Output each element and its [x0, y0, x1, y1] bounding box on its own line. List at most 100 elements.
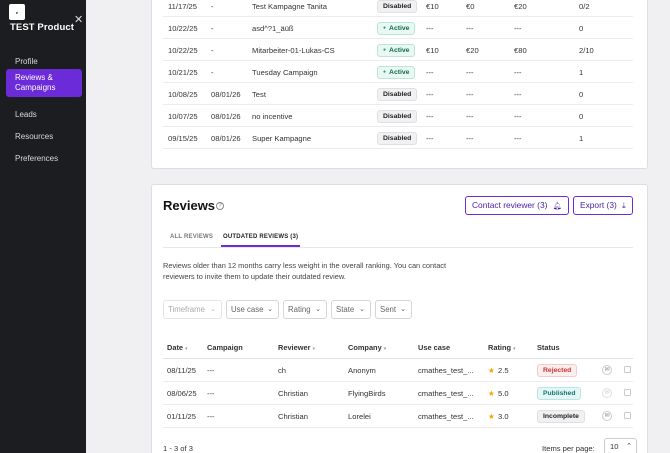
campaign-value-2: ---: [466, 24, 474, 33]
column-header-company[interactable]: Company ▾: [348, 343, 386, 352]
sidebar-item-resources[interactable]: Resources: [6, 128, 82, 146]
campaign-value-1: ---: [426, 68, 434, 77]
contact-reviewer-icon[interactable]: ✉: [602, 411, 612, 421]
status-badge: Published: [537, 387, 582, 400]
review-company: Lorelei: [348, 412, 371, 421]
row-checkbox[interactable]: [624, 366, 631, 373]
table-row[interactable]: 01/11/25 --- Christian Lorelei cmathes_test_…: [163, 405, 633, 428]
column-header-reviewer[interactable]: Reviewer ▾: [278, 343, 315, 352]
campaign-row[interactable]: 10/22/25 - Mitarbeiter-01-Lukas-CS €10 €20 €8…: [163, 39, 633, 61]
export-label: Export (3): [580, 200, 617, 210]
campaign-start-date: 09/15/25: [168, 134, 198, 143]
star-icon: ★: [488, 389, 495, 398]
table-row[interactable]: 08/06/25 --- Christian FlyingBirds cmathes_t…: [163, 382, 633, 405]
download-icon: ⤓: [622, 201, 626, 210]
column-company-label: Company: [348, 343, 382, 352]
tab-outdated-reviews[interactable]: OUTDATED REVIEWS (3): [223, 234, 298, 240]
campaign-row[interactable]: 10/07/25 08/01/26 no incentive --- --- --- 0 Di…: [163, 105, 633, 127]
campaign-value-2: €0: [466, 2, 475, 11]
contact-reviewer-icon[interactable]: ✉: [602, 388, 612, 398]
campaign-end-date: -: [211, 2, 214, 11]
campaign-name: Tuesday Campaign: [252, 68, 318, 77]
sidebar-item-leads[interactable]: Leads: [6, 106, 82, 124]
star-icon: ★: [488, 412, 495, 421]
campaign-end-date: 08/01/26: [211, 112, 241, 121]
review-rating: 2.5: [498, 366, 509, 375]
column-header-rating[interactable]: Rating ▾: [488, 343, 516, 352]
table-row[interactable]: 08/11/25 --- ch Anonym cmathes_test_... ★ 2.5 R…: [163, 359, 633, 382]
campaign-name: Super Kampagne: [252, 134, 312, 143]
export-button[interactable]: Export (3) ⤓: [573, 196, 633, 215]
campaign-row[interactable]: 11/17/25 - Test Kampagne Tanita €10 €0 €20 0/2…: [163, 0, 633, 17]
review-use-case: cmathes_test_...: [418, 366, 474, 375]
campaign-start-date: 11/17/25: [168, 2, 197, 11]
campaign-value-2: ---: [466, 134, 474, 143]
campaign-row[interactable]: 10/21/25 - Tuesday Campaign --- --- --- 1 Activ…: [163, 61, 633, 83]
filter-use-case-label: Use case: [231, 305, 264, 314]
chevron-down-icon: ⌄: [267, 306, 273, 313]
campaigns-card: 11/17/25 - Test Kampagne Tanita €10 €0 €20 0/2…: [151, 0, 648, 169]
filter-use-case[interactable]: Use case ⌄: [226, 300, 279, 319]
column-header-date[interactable]: Date ▾: [167, 343, 188, 352]
tab-all-reviews[interactable]: ALL REVIEWS: [170, 234, 213, 240]
help-icon[interactable]: ?: [216, 202, 224, 210]
campaign-count: 0: [579, 90, 584, 99]
sort-icon: ▾: [513, 346, 516, 352]
review-reviewer: ch: [278, 366, 287, 375]
filter-state-label: State: [336, 305, 355, 314]
campaign-value-3: €20: [514, 2, 527, 11]
review-date: 01/11/25: [167, 412, 196, 421]
chevron-down-icon: ⌄: [359, 306, 365, 313]
reviews-title: Reviews: [163, 198, 216, 213]
items-per-page-value: 10: [610, 442, 619, 451]
status-badge: Rejected: [537, 364, 578, 377]
contact-reviewer-button[interactable]: Contact reviewer (3) 🔔︎: [465, 196, 569, 215]
campaign-row[interactable]: 10/22/25 - asd^?1_äüß --- --- --- 0 Active: [163, 17, 633, 39]
row-checkbox[interactable]: [624, 389, 631, 396]
campaign-value-1: ---: [426, 134, 434, 143]
filter-rating[interactable]: Rating ⌄: [283, 300, 327, 319]
campaign-count: 0/2: [579, 2, 590, 11]
campaign-status-badge: Active: [377, 22, 416, 35]
contact-reviewer-icon[interactable]: ✉: [602, 365, 612, 375]
campaign-status-badge: Active: [377, 44, 416, 57]
campaign-status-badge: Disabled: [377, 0, 418, 13]
sidebar-item-preferences[interactable]: Preferences: [6, 150, 82, 168]
outdated-info-text: Reviews older than 12 months carry less …: [163, 261, 447, 281]
sort-icon: ▾: [185, 346, 188, 352]
filter-timeframe[interactable]: Timeframe ⌄: [163, 300, 222, 319]
campaign-value-1: €10: [426, 46, 439, 55]
chevron-down-icon: ⌄: [210, 306, 216, 313]
sidebar-item-reviews-campaigns[interactable]: Reviews & Campaigns: [6, 69, 82, 97]
close-icon[interactable]: ✕: [74, 13, 83, 26]
campaign-status-badge: Disabled: [377, 132, 418, 145]
review-campaign: ---: [207, 366, 215, 375]
campaign-start-date: 10/22/25: [168, 24, 198, 33]
status-badge: Incomplete: [537, 410, 585, 423]
campaign-value-2: ---: [466, 112, 474, 121]
sort-icon: ▾: [312, 346, 315, 352]
campaign-row[interactable]: 09/15/25 08/01/26 Super Kampagne --- --- --- 1…: [163, 127, 633, 149]
bell-icon: 🔔︎: [552, 203, 562, 210]
campaign-start-date: 10/07/25: [168, 112, 198, 121]
row-checkbox[interactable]: [624, 412, 631, 419]
column-date-label: Date: [167, 343, 184, 352]
pagination-info: 1 - 3 of 3: [163, 444, 193, 453]
filter-sent[interactable]: Sent ⌄: [375, 300, 412, 319]
items-per-page-select[interactable]: 10 ⌃: [604, 438, 637, 453]
campaign-start-date: 10/21/25: [168, 68, 198, 77]
campaign-start-date: 10/08/25: [168, 90, 198, 99]
review-use-case: cmathes_test_...: [418, 389, 474, 398]
filter-state[interactable]: State ⌄: [331, 300, 371, 319]
campaign-value-2: ---: [466, 68, 474, 77]
filter-timeframe-label: Timeframe: [168, 305, 205, 314]
sidebar: e ✕ TEST Product Profile Reviews & Campa…: [0, 0, 86, 453]
campaign-name: no incentive: [252, 112, 293, 121]
review-company: FlyingBirds: [348, 389, 386, 398]
review-date: 08/11/25: [167, 366, 196, 375]
app-logo[interactable]: e: [9, 4, 25, 20]
campaign-row[interactable]: 10/08/25 08/01/26 Test --- --- --- 0 Disabled: [163, 83, 633, 105]
campaign-value-1: ---: [426, 112, 434, 121]
review-reviewer: Christian: [278, 412, 308, 421]
review-campaign: ---: [207, 389, 215, 398]
